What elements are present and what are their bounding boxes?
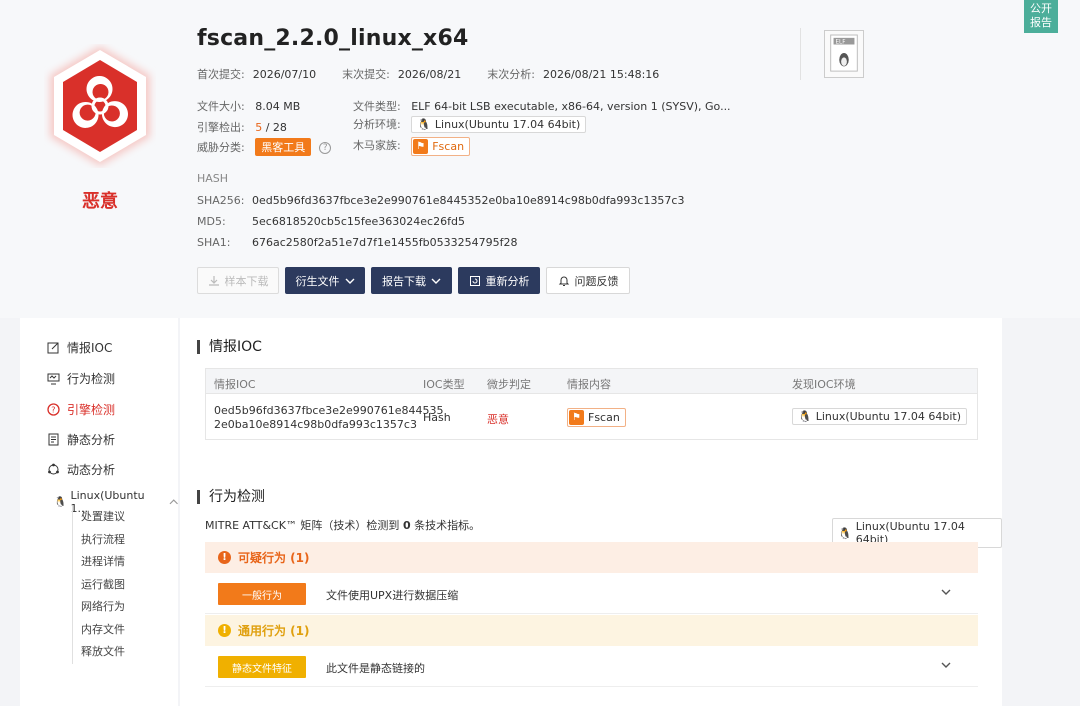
chevron-up-icon (169, 499, 178, 505)
behavior-section-title: 行为检测 (197, 490, 265, 504)
cycle-icon (46, 463, 60, 477)
public-report-button[interactable]: 公开 报告 (1024, 0, 1058, 33)
feedback-button[interactable]: 问题反馈 (546, 267, 630, 294)
warning-icon: ! (218, 551, 231, 564)
warning-icon: ! (218, 624, 231, 637)
suspicious-behavior-row[interactable]: 一般行为 文件使用UPX进行数据压缩 (205, 574, 978, 614)
ioc-type: Hash (423, 411, 451, 424)
sha256-value: 0ed5b96fd3637fbce3e2e990761e8445352e0ba1… (252, 194, 685, 207)
ioc-value-line1[interactable]: 0ed5b96fd3637fbce3e2e990761e844535 (214, 404, 444, 417)
help-circle-icon: ? (46, 403, 60, 417)
submission-dates: 首次提交: 2026/07/10 末次提交: 2026/08/21 末次分析: 202… (197, 66, 685, 82)
sidebar-subitem[interactable]: 运行截图 (81, 574, 125, 597)
hack-tool-tag: 黑客工具 (255, 138, 312, 156)
general-behavior-tag: 一般行为 (218, 583, 306, 605)
ioc-table: 情报IOC IOC类型 微步判定 情报内容 发现IOC环境 0ed5b96fd3… (205, 368, 978, 440)
engine-detection: 引擎检出: 5 / 28 (197, 121, 287, 134)
first-submit: 首次提交: 2026/07/10 (197, 68, 317, 81)
elf-file-icon: ELF (824, 30, 864, 78)
hash-section-title: HASH (197, 172, 229, 185)
ioc-table-header: 情报IOC IOC类型 微步判定 情报内容 发现IOC环境 (206, 369, 977, 394)
family-tag[interactable]: ⚑ Fscan (411, 137, 471, 156)
linux-penguin-icon: 🐧 (54, 496, 67, 508)
col-content: 情报内容 (567, 378, 611, 391)
linux-penguin-icon: 🐧 (798, 410, 812, 423)
col-type: IOC类型 (423, 378, 465, 391)
file-size: 文件大小: 8.04 MB (197, 100, 301, 113)
sha1-value: 676ac2580f2a51e7d7f1e1455fb0533254795f28 (252, 236, 518, 249)
report-download-button[interactable]: 报告下载 (371, 267, 452, 294)
action-toolbar: 样本下载 衍生文件 报告下载 重新分析 问题反馈 (197, 267, 630, 294)
linux-penguin-icon: 🐧 (838, 526, 852, 540)
last-analysis: 末次分析: 2026/08/21 15:48:16 (487, 68, 660, 81)
chevron-down-icon (345, 278, 354, 284)
sidebar-subitem[interactable]: 进程详情 (81, 551, 125, 574)
col-judgement: 微步判定 (487, 378, 531, 391)
general-behavior-group[interactable]: ! 通用行为 (1) (205, 615, 978, 646)
sidebar-subitem[interactable]: 网络行为 (81, 596, 125, 619)
linux-penguin-icon: 🐧 (417, 118, 431, 131)
edit-icon (46, 341, 60, 355)
report-sidebar: 情报IOC 行为检测 ? 引擎检测 静态分析 动态分析 🐧 Linux(Ubun… (20, 318, 178, 706)
divider (800, 28, 801, 80)
behavior-description: 此文件是静态链接的 (326, 662, 425, 675)
derived-files-button[interactable]: 衍生文件 (285, 267, 365, 294)
col-ioc: 情报IOC (214, 378, 256, 391)
md5-value: 5ec6818520cb5c15fee363024ec26fd5 (252, 215, 465, 228)
svg-text:?: ? (51, 406, 55, 415)
biohazard-verdict-icon (50, 46, 150, 166)
sidebar-item-dynamic[interactable]: 动态分析 (46, 461, 115, 478)
chevron-down-icon[interactable] (940, 586, 952, 598)
ioc-content-tag[interactable]: ⚑ Fscan (567, 408, 626, 427)
ioc-section-title: 情报IOC (197, 340, 262, 354)
mitre-summary: MITRE ATT&CK™ 矩阵（技术）检测到 0 条技术指标。 (205, 519, 481, 532)
family-icon: ⚑ (569, 410, 584, 425)
file-summary-header: 公开 报告 恶意 fscan_2.2.0_linux_x64 首次提交: 2026… (0, 0, 1080, 318)
general-behavior-row[interactable]: 静态文件特征 此文件是静态链接的 (205, 647, 978, 687)
chevron-down-icon[interactable] (940, 659, 952, 671)
threat-category: 威胁分类: 黑客工具? (197, 138, 332, 156)
sidebar-item-behavior[interactable]: 行为检测 (46, 370, 115, 387)
behavior-description: 文件使用UPX进行数据压缩 (326, 589, 459, 602)
sidebar-subitem[interactable]: 内存文件 (81, 619, 125, 642)
mitre-count: 0 (402, 519, 411, 532)
verdict-label: 恶意 (82, 191, 118, 212)
sha256-row: SHA256: 0ed5b96fd3637fbce3e2e990761e84453… (197, 194, 685, 207)
sha1-row: SHA1: 676ac2580f2a51e7d7f1e1455fb05332547… (197, 236, 518, 249)
elf-badge-text: ELF (835, 40, 845, 46)
monitor-icon (46, 372, 60, 386)
ioc-value-line2[interactable]: 2e0ba10e8914c98b0dfa993c1357c3 (214, 418, 417, 431)
malware-family: 木马家族: ⚑ Fscan (353, 137, 471, 156)
sidebar-item-engine[interactable]: ? 引擎检测 (46, 401, 115, 418)
file-type: 文件类型: ELF 64-bit LSB executable, x86-64,… (353, 100, 731, 113)
sidebar-subitem[interactable]: 释放文件 (81, 641, 125, 664)
help-icon[interactable]: ? (319, 142, 332, 154)
last-submit: 末次提交: 2026/08/21 (342, 68, 462, 81)
bell-icon (558, 276, 569, 286)
ioc-judgement: 恶意 (487, 413, 509, 426)
document-icon (46, 433, 60, 447)
file-name-title: fscan_2.2.0_linux_x64 (197, 26, 469, 51)
download-icon (208, 275, 219, 286)
md5-row: MD5: 5ec6818520cb5c15fee363024ec26fd5 (197, 215, 465, 228)
chevron-down-icon (431, 278, 441, 284)
static-feature-tag: 静态文件特征 (218, 656, 306, 678)
family-icon: ⚑ (413, 139, 429, 154)
reanalyze-button[interactable]: 重新分析 (458, 267, 540, 294)
public-report-label: 公开 报告 (1030, 2, 1052, 29)
sidebar-subitem[interactable]: 执行流程 (81, 529, 125, 552)
analysis-env: 分析环境: 🐧 Linux(Ubuntu 17.04 64bit) (353, 116, 587, 133)
report-main: 情报IOC 情报IOC IOC类型 微步判定 情报内容 发现IOC环境 0ed5… (180, 318, 1002, 706)
col-env: 发现IOC环境 (792, 378, 856, 391)
refresh-icon (469, 275, 480, 286)
sidebar-item-static[interactable]: 静态分析 (46, 431, 115, 448)
suspicious-behavior-group[interactable]: ! 可疑行为 (1) (205, 542, 978, 573)
sidebar-item-ioc[interactable]: 情报IOC (46, 339, 112, 356)
download-sample-button[interactable]: 样本下载 (197, 267, 279, 294)
sidebar-sub-list: 处置建议 执行流程 进程详情 运行截图 网络行为 内存文件 释放文件 (72, 506, 125, 664)
sidebar-subitem[interactable]: 处置建议 (81, 506, 125, 529)
engines-total: / 28 (262, 121, 287, 134)
env-tag: 🐧 Linux(Ubuntu 17.04 64bit) (411, 116, 587, 133)
ioc-env-tag: 🐧 Linux(Ubuntu 17.04 64bit) (792, 408, 968, 425)
